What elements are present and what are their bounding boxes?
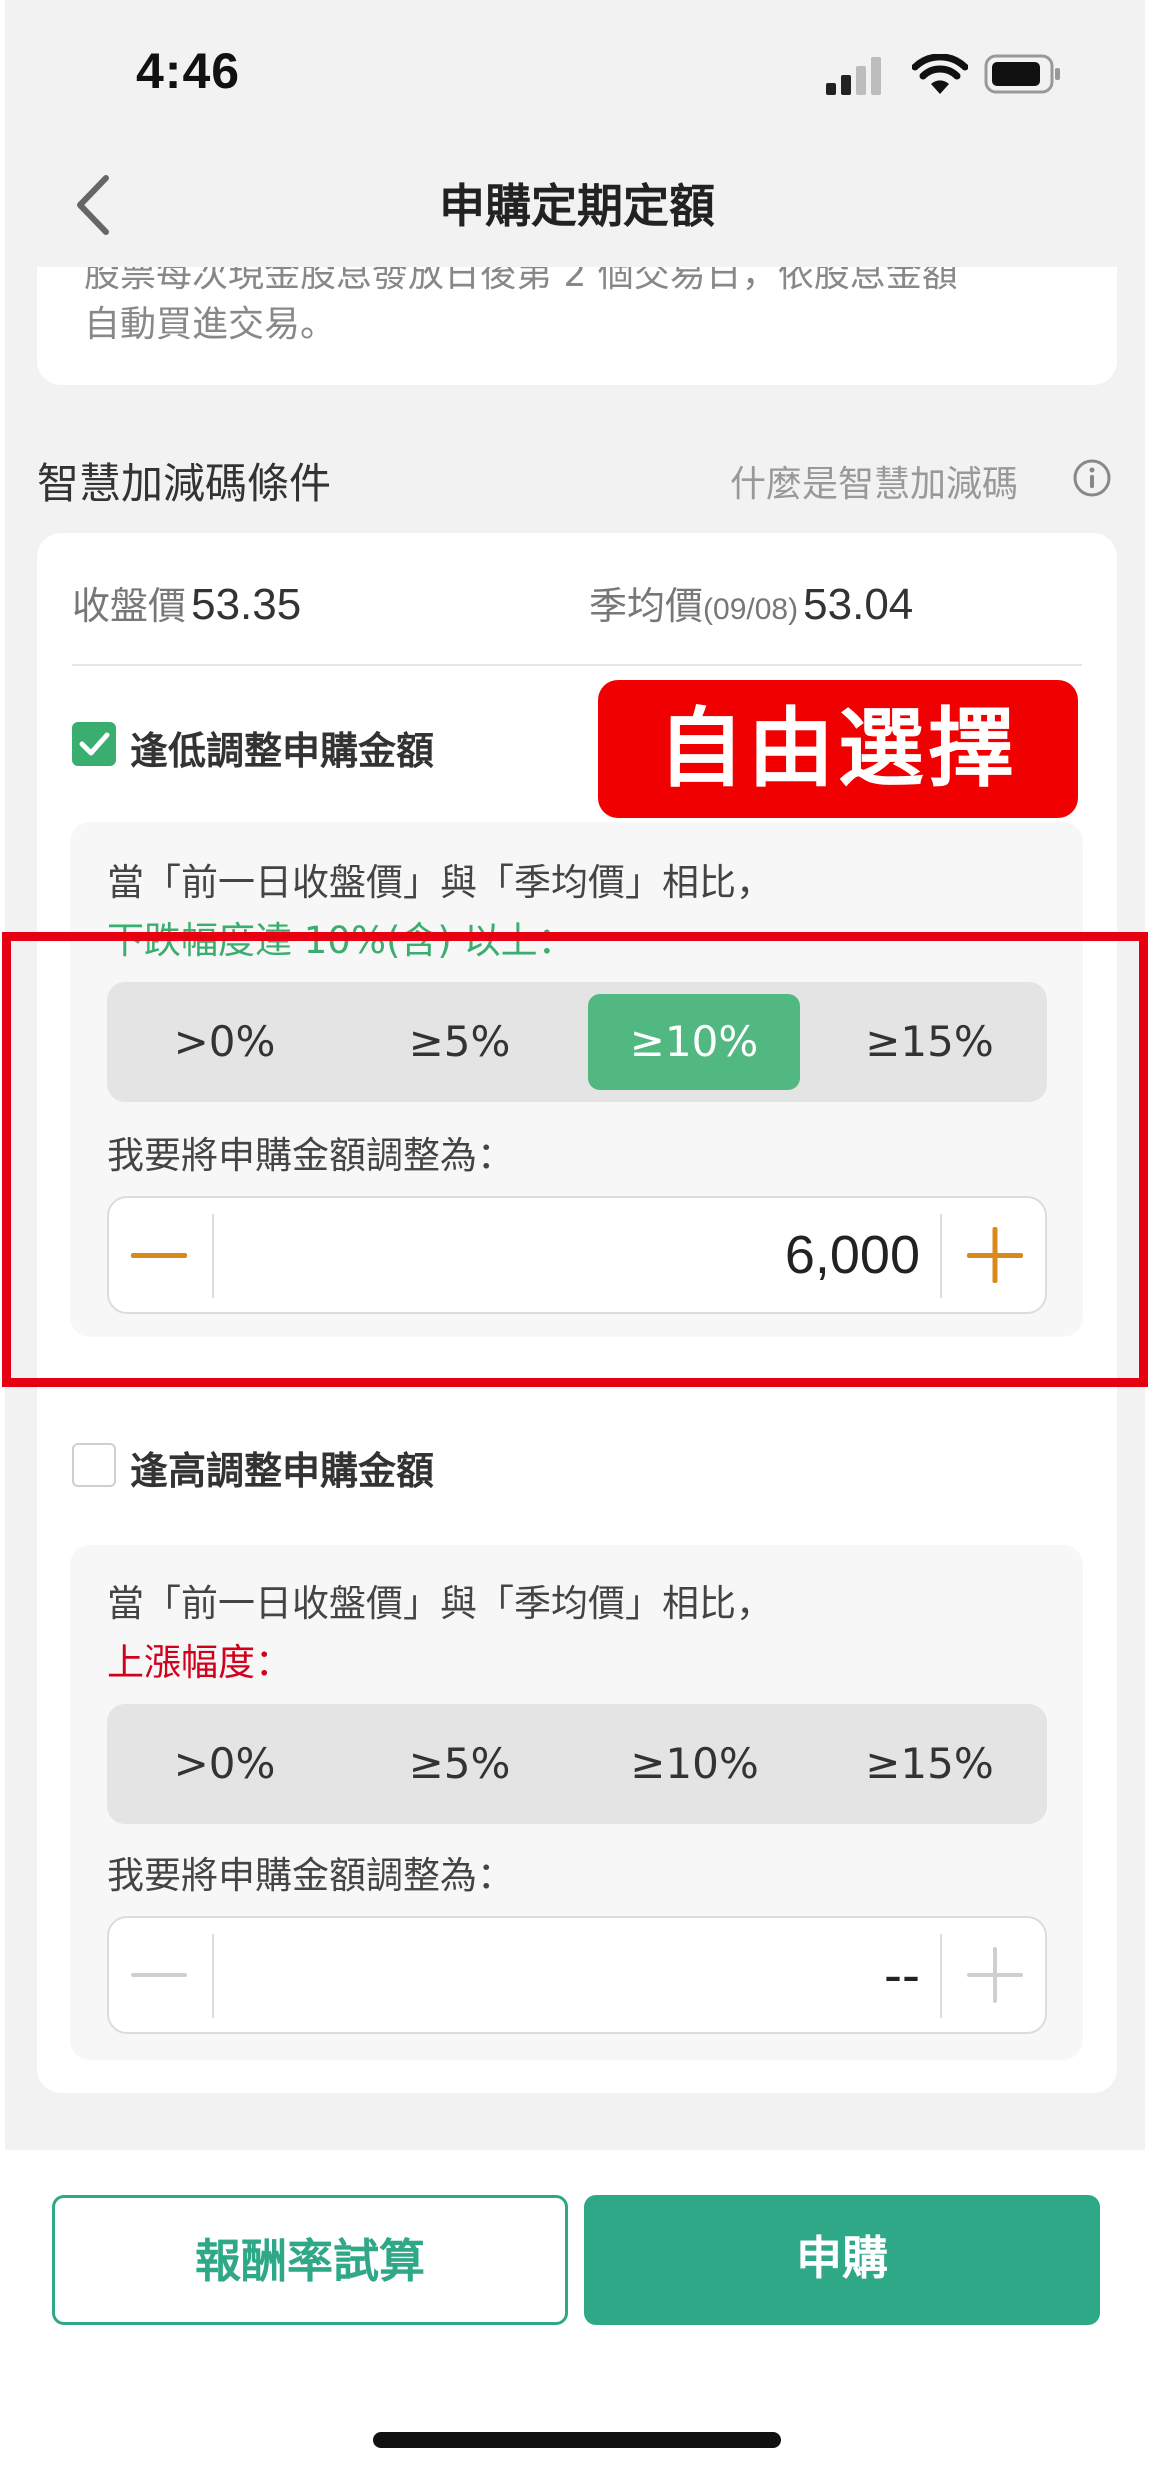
- annotation-banner: 自由選擇: [598, 680, 1078, 818]
- high-option-5[interactable]: ≥5%: [342, 1704, 577, 1824]
- stepper-separator: [940, 1934, 942, 2018]
- annotation-highlight-frame: [2, 932, 1148, 1387]
- high-percent-selector: >0% ≥5% ≥10% ≥15%: [107, 1704, 1047, 1824]
- high-adjust-label[interactable]: 逢高調整申購金額: [130, 1440, 434, 1495]
- high-amount-label: 我要將申購金額調整為：: [107, 1854, 514, 1897]
- low-adjust-checkbox[interactable]: [72, 722, 116, 766]
- high-amount-value[interactable]: --: [884, 1918, 920, 2032]
- quarter-avg-date: (09/08): [703, 593, 799, 626]
- quarter-avg-label: 季均價: [589, 584, 704, 628]
- return-simulation-button[interactable]: 報酬率試算: [52, 2195, 568, 2325]
- stepper-separator: [212, 1934, 214, 2018]
- high-option-10[interactable]: ≥10%: [577, 1704, 812, 1824]
- close-price: 收盤價 53.35: [72, 575, 301, 630]
- minus-icon[interactable]: [129, 1945, 189, 2005]
- subscribe-button[interactable]: 申購: [584, 2195, 1100, 2325]
- low-condition-text: 當「前一日收盤價」與「季均價」相比，: [107, 861, 773, 904]
- divider: [72, 664, 1082, 666]
- checkmark-icon: [79, 732, 110, 756]
- home-indicator: [373, 2432, 781, 2448]
- quarter-avg-value: 53.04: [803, 580, 914, 629]
- quarter-avg-price: 季均價(09/08) 53.04: [589, 575, 913, 630]
- close-price-label: 收盤價: [72, 584, 187, 628]
- status-time: 4:46: [136, 43, 241, 99]
- high-option-0[interactable]: >0%: [107, 1704, 342, 1824]
- high-condition-text: 當「前一日收盤價」與「季均價」相比，: [107, 1582, 773, 1625]
- low-adjust-label[interactable]: 逢低調整申購金額: [130, 720, 434, 775]
- high-adjust-checkbox[interactable]: [72, 1443, 116, 1487]
- wifi-icon: [912, 54, 968, 94]
- high-amount-stepper: --: [107, 1916, 1047, 2034]
- high-condition-threshold: 上漲幅度：: [107, 1641, 292, 1684]
- battery-icon: [984, 54, 1060, 94]
- smart-adjust-help-link[interactable]: 什麼是智慧加減碼: [730, 455, 1018, 507]
- plus-icon[interactable]: [965, 1945, 1025, 2005]
- high-option-15[interactable]: ≥15%: [812, 1704, 1047, 1824]
- page-title: 申購定期定額: [439, 179, 715, 233]
- close-price-value: 53.35: [191, 580, 302, 629]
- smart-adjust-title: 智慧加減碼條件: [37, 459, 332, 508]
- plan-description-line2: 自動買進交易。: [84, 304, 337, 345]
- info-icon[interactable]: [1072, 458, 1112, 498]
- cellular-signal-icon: [826, 57, 881, 95]
